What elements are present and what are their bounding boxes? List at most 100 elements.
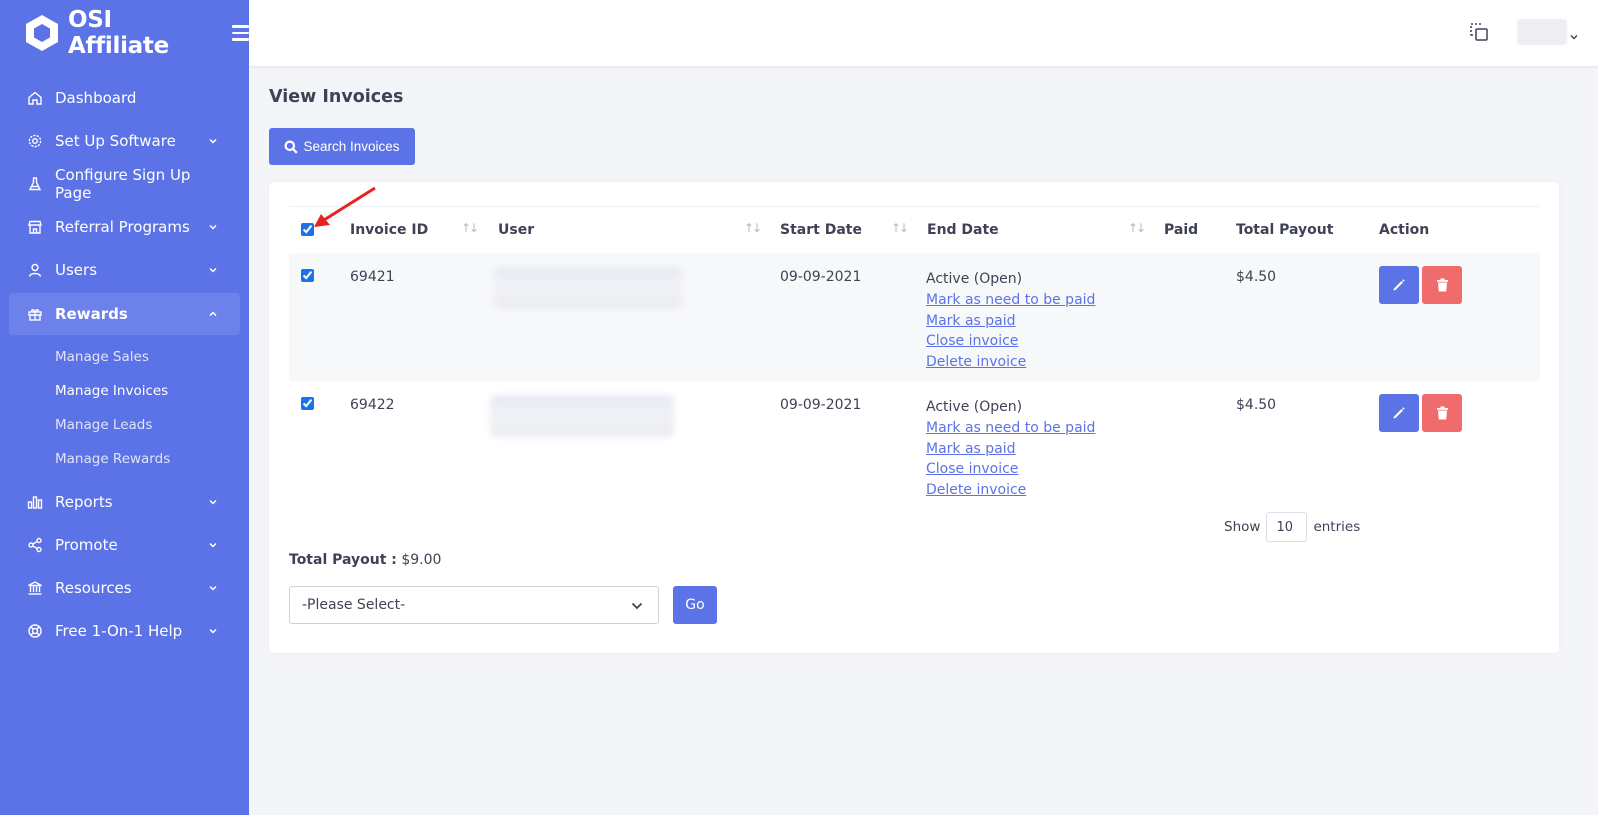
bulk-action-select[interactable]: -Please Select- — [289, 586, 659, 624]
row-checkbox[interactable] — [301, 269, 314, 282]
start-date: 09-09-2021 — [780, 397, 862, 413]
sort-icon[interactable]: ↑↓ — [1128, 221, 1146, 237]
entries-count-input[interactable] — [1266, 512, 1308, 542]
sidebar-item-label: Configure Sign Up Page — [55, 165, 191, 202]
delete-button[interactable] — [1422, 266, 1462, 304]
mark-need-to-be-paid-link[interactable]: Mark as need to be paid — [926, 418, 1095, 439]
sidebar-subitem-manage-rewards[interactable]: Manage Rewards — [0, 442, 249, 476]
sort-icon[interactable]: ↑↓ — [891, 221, 909, 237]
sidebar-item-referral-programs[interactable]: Referral Programs — [0, 205, 249, 248]
column-paid: Paid — [1164, 222, 1199, 238]
sidebar-item-free-help[interactable]: Free 1-On-1 Help — [0, 609, 249, 652]
store-icon — [26, 218, 44, 236]
column-start-date[interactable]: Start Date — [780, 222, 862, 238]
sidebar-item-users[interactable]: Users — [0, 248, 249, 291]
sidebar-item-label: Reports — [55, 492, 113, 511]
rewards-submenu: Manage Sales Manage Invoices Manage Lead… — [0, 337, 249, 480]
user-redacted — [490, 395, 674, 437]
search-invoices-button[interactable]: Search Invoices — [269, 128, 415, 165]
sidebar-item-reports[interactable]: Reports — [0, 480, 249, 523]
copy-window-icon[interactable] — [1468, 21, 1490, 43]
column-end-date[interactable]: End Date — [927, 222, 999, 238]
column-user[interactable]: User — [498, 222, 534, 238]
mark-as-paid-link[interactable]: Mark as paid — [926, 311, 1095, 332]
invoice-status: Active (Open) — [926, 271, 1023, 287]
column-total-payout: Total Payout — [1236, 222, 1334, 238]
sidebar-item-label: Dashboard — [55, 88, 137, 107]
mark-as-paid-link[interactable]: Mark as paid — [926, 439, 1095, 460]
gift-icon — [26, 305, 44, 323]
sidebar-item-label: Resources — [55, 578, 132, 597]
chevron-down-icon — [207, 496, 219, 508]
total-payout-amount: $9.00 — [401, 552, 442, 568]
invoice-status: Active (Open) — [926, 399, 1023, 415]
table-row: 69421 09-09-2021 Active (Open) Mark as n… — [289, 253, 1540, 381]
delete-button[interactable] — [1422, 394, 1462, 432]
chevron-down-icon — [207, 582, 219, 594]
user-redacted — [494, 267, 682, 309]
sidebar-subitem-manage-invoices[interactable]: Manage Invoices — [0, 374, 249, 408]
topbar — [249, 0, 1598, 67]
sidebar-subitem-manage-sales[interactable]: Manage Sales — [0, 340, 249, 374]
lifebuoy-icon — [26, 622, 44, 640]
main-content: View Invoices Search Invoices Invoice ID… — [249, 67, 1598, 815]
sort-icon[interactable]: ↑↓ — [461, 221, 479, 237]
sort-icon[interactable]: ↑↓ — [744, 221, 762, 237]
sidebar-item-set-up-software[interactable]: Set Up Software — [0, 119, 249, 162]
sidebar-item-dashboard[interactable]: Dashboard — [0, 76, 249, 119]
go-button[interactable]: Go — [673, 586, 717, 624]
edit-button[interactable] — [1379, 266, 1419, 304]
sidebar-item-resources[interactable]: Resources — [0, 566, 249, 609]
show-label: Show — [1224, 519, 1261, 535]
osi-logo-icon[interactable] — [24, 14, 60, 52]
chevron-up-icon — [207, 308, 219, 320]
chevron-down-icon — [207, 135, 219, 147]
sidebar-item-label: Users — [55, 260, 98, 279]
annotation-arrow-icon — [314, 186, 376, 227]
invoice-id: 69421 — [350, 269, 395, 285]
sidebar-item-label: Set Up Software — [55, 131, 176, 150]
total-payout-value: $4.50 — [1236, 397, 1277, 413]
gear-icon — [26, 132, 44, 150]
sidebar-item-label: Rewards — [55, 305, 128, 323]
chevron-down-icon[interactable] — [1569, 27, 1579, 40]
chevron-down-icon — [630, 599, 644, 613]
sidebar-item-rewards[interactable]: Rewards — [9, 293, 240, 335]
bulk-action-selected: -Please Select- — [302, 597, 406, 613]
chevron-down-icon — [207, 625, 219, 637]
row-checkbox[interactable] — [301, 397, 314, 410]
delete-invoice-link[interactable]: Delete invoice — [926, 352, 1095, 373]
brand-name[interactable]: OSI Affiliate — [68, 7, 218, 59]
flask-icon — [26, 175, 44, 193]
close-invoice-link[interactable]: Close invoice — [926, 331, 1095, 352]
sidebar-nav: Dashboard Set Up Software Configure Sign… — [0, 76, 249, 652]
home-icon — [26, 89, 44, 107]
sidebar-subitem-manage-leads[interactable]: Manage Leads — [0, 408, 249, 442]
user-icon — [26, 261, 44, 279]
close-invoice-link[interactable]: Close invoice — [926, 459, 1095, 480]
column-action: Action — [1379, 222, 1430, 238]
total-payout-value: $4.50 — [1236, 269, 1277, 285]
table-header: Invoice ID ↑↓ User ↑↓ Start Date ↑↓ End … — [289, 206, 1540, 252]
chevron-down-icon — [207, 539, 219, 551]
sidebar-item-configure-sign-up-page[interactable]: Configure Sign Up Page — [0, 162, 249, 205]
entries-label: entries — [1313, 519, 1361, 535]
trash-icon — [1436, 406, 1448, 420]
bank-icon — [26, 579, 44, 597]
table-row: 69422 09-09-2021 Active (Open) Mark as n… — [289, 381, 1540, 509]
share-icon — [26, 536, 44, 554]
invoice-id: 69422 — [350, 397, 395, 413]
end-date-cell: Active (Open) Mark as need to be paid Ma… — [926, 397, 1095, 501]
mark-need-to-be-paid-link[interactable]: Mark as need to be paid — [926, 290, 1095, 311]
sidebar-item-promote[interactable]: Promote — [0, 523, 249, 566]
search-invoices-label: Search Invoices — [303, 139, 400, 154]
hamburger-menu-icon[interactable] — [232, 25, 249, 41]
page-title: View Invoices — [269, 87, 404, 107]
delete-invoice-link[interactable]: Delete invoice — [926, 480, 1095, 501]
search-icon — [284, 140, 299, 154]
total-payout-label: Total Payout : — [289, 552, 397, 568]
edit-button[interactable] — [1379, 394, 1419, 432]
avatar[interactable] — [1517, 19, 1567, 45]
trash-icon — [1436, 278, 1448, 292]
pencil-icon — [1393, 407, 1405, 419]
